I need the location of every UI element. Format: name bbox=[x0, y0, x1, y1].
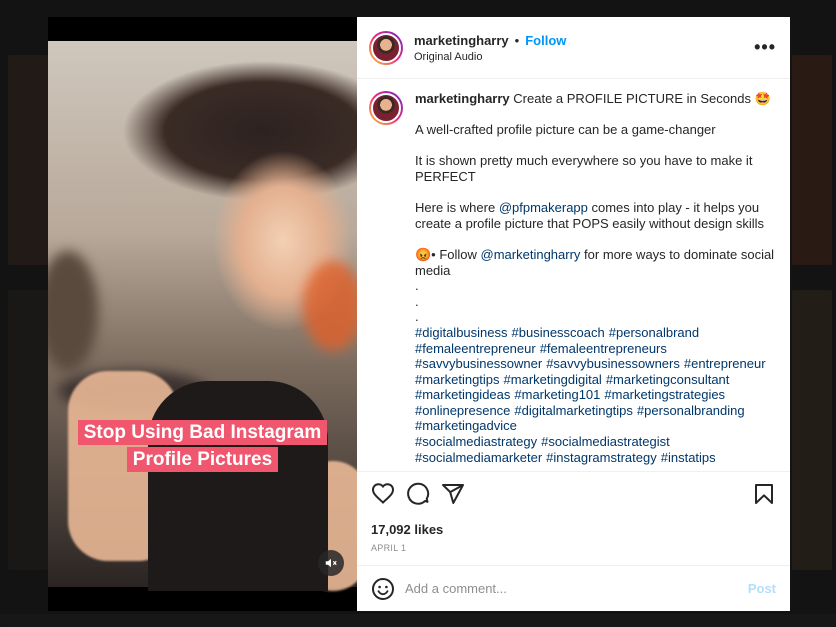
action-bar bbox=[357, 471, 790, 516]
hashtag-link[interactable]: #instatips bbox=[661, 450, 716, 465]
caption-paragraph-1: A well-crafted profile picture can be a … bbox=[415, 122, 716, 138]
caption-dot-3: . bbox=[415, 309, 419, 325]
hashtag-link[interactable]: #marketingideas bbox=[415, 387, 510, 402]
hashtag-link[interactable]: #digitalbusiness bbox=[415, 325, 508, 340]
mention-link[interactable]: @pfpmakerapp bbox=[499, 200, 588, 215]
video-frame bbox=[48, 41, 357, 591]
hashtag-link[interactable]: #personalbranding bbox=[637, 403, 745, 418]
post-comment-button[interactable]: Post bbox=[748, 581, 776, 596]
hashtag-link[interactable]: #savvybusinessowner bbox=[415, 356, 542, 371]
caption-paragraph-2: It is shown pretty much everywhere so yo… bbox=[415, 153, 753, 184]
hashtag-link[interactable]: #socialmediamarketer bbox=[415, 450, 542, 465]
caption-dot-2: . bbox=[415, 293, 419, 309]
hashtag-link[interactable]: #socialmediastrategist bbox=[541, 434, 670, 449]
hashtag-link[interactable]: #femaleentrepreneur bbox=[415, 341, 536, 356]
bookmark-icon bbox=[755, 484, 773, 504]
hashtag-link[interactable]: #digitalmarketingtips bbox=[514, 403, 633, 418]
comment-button[interactable] bbox=[406, 482, 430, 506]
video-overlay-line2: Profile Pictures bbox=[48, 446, 357, 474]
share-button[interactable] bbox=[441, 482, 465, 506]
caption-area: marketingharry Create a PROFILE PICTURE … bbox=[357, 79, 790, 471]
avatar[interactable] bbox=[369, 30, 403, 65]
hashtag-link[interactable]: #marketingconsultant bbox=[606, 372, 730, 387]
mute-button[interactable] bbox=[318, 550, 344, 576]
hashtag-link[interactable]: #onlinepresence bbox=[415, 403, 510, 418]
hashtag-list: #digitalbusiness #businesscoach #personalb… bbox=[415, 325, 776, 465]
username-link[interactable]: marketingharry bbox=[414, 33, 509, 48]
hashtag-link[interactable]: #femaleentrepreneurs bbox=[540, 341, 667, 356]
like-count[interactable]: 17,092 likes bbox=[357, 516, 790, 537]
comment-bubble-icon bbox=[407, 482, 430, 505]
smiley-icon[interactable] bbox=[371, 577, 395, 601]
hashtag-link[interactable]: #marketing101 bbox=[514, 387, 600, 402]
post-header: marketingharry • Follow Original Audio •… bbox=[357, 17, 790, 79]
hashtag-link[interactable]: #marketingadvice bbox=[415, 418, 517, 433]
post-date[interactable]: APRIL 1 bbox=[357, 537, 790, 565]
hashtag-link[interactable]: #savvybusinessowners bbox=[546, 356, 680, 371]
hashtag-link[interactable]: #socialmediastrategy bbox=[415, 434, 537, 449]
caption-dot-1: . bbox=[415, 278, 419, 294]
comment-input[interactable] bbox=[405, 581, 748, 596]
caption-paragraph-3: Here is where @pfpmakerapp comes into pl… bbox=[415, 200, 765, 231]
hashtag-link[interactable]: #personalbrand bbox=[609, 325, 699, 340]
hashtag-link[interactable]: #instagramstrategy bbox=[546, 450, 657, 465]
follow-button[interactable]: Follow bbox=[525, 33, 566, 48]
save-button[interactable] bbox=[752, 482, 776, 506]
caption-title: Create a PROFILE PICTURE in Seconds 🤩 bbox=[513, 91, 771, 106]
reel-video[interactable]: Stop Using Bad Instagram Profile Picture… bbox=[48, 17, 357, 611]
comment-form: Post bbox=[357, 565, 790, 611]
caption-avatar[interactable] bbox=[369, 91, 403, 125]
separator-dot: • bbox=[514, 32, 520, 48]
video-overlay-line1: Stop Using Bad Instagram bbox=[48, 419, 357, 447]
hashtag-link[interactable]: #marketingstrategies bbox=[604, 387, 725, 402]
more-dots-icon[interactable]: ••• bbox=[754, 37, 776, 58]
post-sidebar: marketingharry • Follow Original Audio •… bbox=[357, 17, 790, 611]
heart-icon bbox=[371, 483, 395, 504]
caption-paragraph-4: 😡• Follow @marketingharry for more ways … bbox=[415, 246, 775, 278]
hashtag-link[interactable]: #businesscoach bbox=[512, 325, 605, 340]
caption-text: marketingharry Create a PROFILE PICTURE … bbox=[415, 91, 776, 471]
paper-plane-icon bbox=[442, 484, 464, 504]
caption-username[interactable]: marketingharry bbox=[415, 91, 510, 106]
hashtag-link[interactable]: #marketingdigital bbox=[504, 372, 602, 387]
hashtag-link[interactable]: #entrepreneur bbox=[684, 356, 766, 371]
post-modal: Stop Using Bad Instagram Profile Picture… bbox=[48, 17, 790, 611]
muted-speaker-icon bbox=[325, 558, 337, 568]
mention-link[interactable]: @marketingharry bbox=[481, 247, 581, 262]
audio-link[interactable]: Original Audio bbox=[414, 51, 754, 63]
hashtag-link[interactable]: #marketingtips bbox=[415, 372, 500, 387]
like-button[interactable] bbox=[371, 482, 395, 506]
